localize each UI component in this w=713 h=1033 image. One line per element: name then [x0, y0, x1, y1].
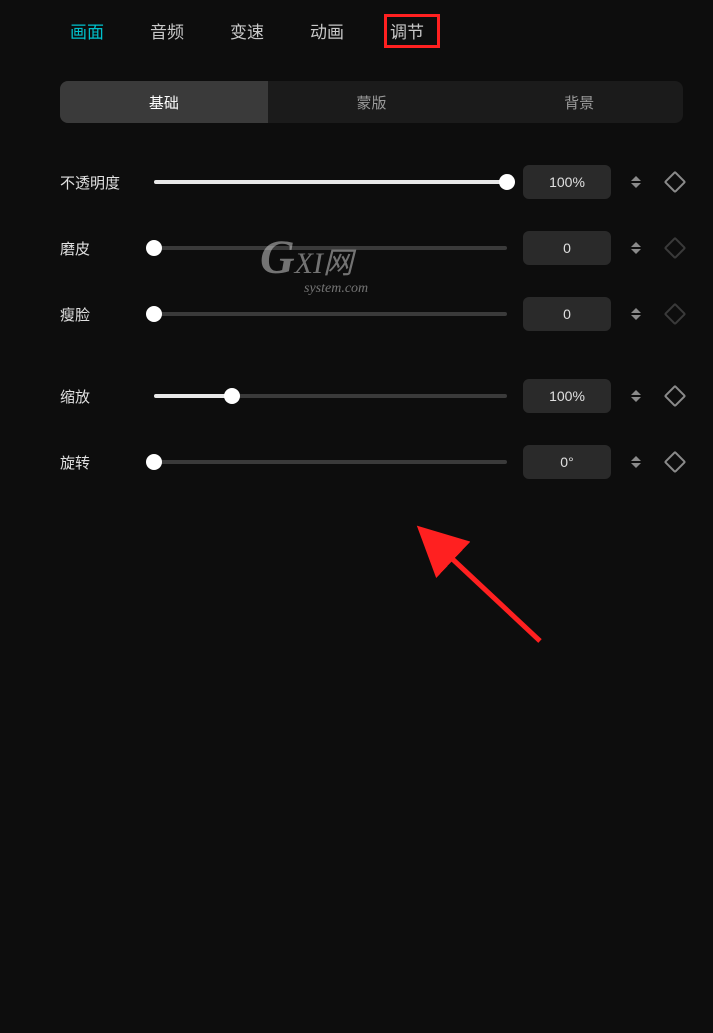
- keyframe-opacity[interactable]: [664, 171, 687, 194]
- label-face: 瘦脸: [60, 304, 138, 325]
- value-smooth[interactable]: 0: [523, 231, 611, 265]
- chevron-down-icon[interactable]: [631, 183, 641, 188]
- label-opacity: 不透明度: [60, 172, 138, 193]
- controls-panel: 不透明度 100% 磨皮 0 瘦脸 0: [60, 165, 683, 479]
- chevron-up-icon[interactable]: [631, 242, 641, 247]
- chevron-down-icon[interactable]: [631, 249, 641, 254]
- value-face[interactable]: 0: [523, 297, 611, 331]
- keyframe-face[interactable]: [664, 303, 687, 326]
- chevron-up-icon[interactable]: [631, 390, 641, 395]
- slider-scale[interactable]: [154, 384, 507, 408]
- subtab-bg[interactable]: 背景: [475, 81, 683, 123]
- label-smooth: 磨皮: [60, 238, 138, 259]
- subtab-basic[interactable]: 基础: [60, 81, 268, 123]
- value-opacity[interactable]: 100%: [523, 165, 611, 199]
- tab-speed[interactable]: 变速: [230, 18, 264, 43]
- label-scale: 缩放: [60, 386, 138, 407]
- chevron-up-icon[interactable]: [631, 176, 641, 181]
- row-smooth: 磨皮 0: [60, 231, 683, 265]
- tab-animation[interactable]: 动画: [310, 18, 344, 43]
- keyframe-scale[interactable]: [664, 385, 687, 408]
- slider-opacity[interactable]: [154, 170, 507, 194]
- top-tab-bar: 画面 音频 变速 动画 调节: [0, 0, 713, 57]
- subtab-mask[interactable]: 蒙版: [268, 81, 476, 123]
- stepper-smooth[interactable]: [627, 231, 645, 265]
- stepper-face[interactable]: [627, 297, 645, 331]
- chevron-up-icon[interactable]: [631, 308, 641, 313]
- label-rotate: 旋转: [60, 452, 138, 473]
- chevron-down-icon[interactable]: [631, 397, 641, 402]
- stepper-opacity[interactable]: [627, 165, 645, 199]
- tab-adjust[interactable]: 调节: [390, 18, 424, 43]
- sub-tab-bar: 基础 蒙版 背景: [60, 81, 683, 123]
- row-opacity: 不透明度 100%: [60, 165, 683, 199]
- value-scale[interactable]: 100%: [523, 379, 611, 413]
- chevron-down-icon[interactable]: [631, 463, 641, 468]
- slider-face[interactable]: [154, 302, 507, 326]
- annotation-arrow: [0, 511, 713, 1033]
- value-rotate[interactable]: 0°: [523, 445, 611, 479]
- slider-smooth[interactable]: [154, 236, 507, 260]
- chevron-down-icon[interactable]: [631, 315, 641, 320]
- slider-rotate[interactable]: [154, 450, 507, 474]
- row-scale: 缩放 100%: [60, 379, 683, 413]
- stepper-scale[interactable]: [627, 379, 645, 413]
- keyframe-smooth[interactable]: [664, 237, 687, 260]
- stepper-rotate[interactable]: [627, 445, 645, 479]
- tab-picture[interactable]: 画面: [70, 18, 104, 43]
- keyframe-rotate[interactable]: [664, 451, 687, 474]
- row-face: 瘦脸 0: [60, 297, 683, 331]
- chevron-up-icon[interactable]: [631, 456, 641, 461]
- row-rotate: 旋转 0°: [60, 445, 683, 479]
- tab-audio[interactable]: 音频: [150, 18, 184, 43]
